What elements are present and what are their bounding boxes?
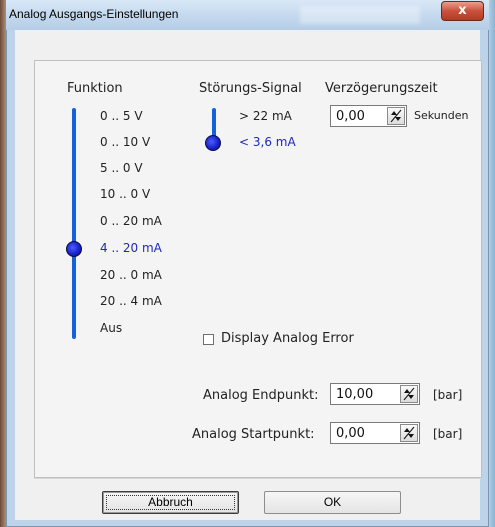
startpunkt-spin-button[interactable]	[400, 424, 418, 442]
ok-button[interactable]: OK	[264, 491, 401, 514]
spin-arrows-icon	[390, 109, 402, 123]
funktion-option-5-0v[interactable]: 5 .. 0 V	[100, 161, 143, 175]
funktion-option-20-4ma[interactable]: 20 .. 4 mA	[100, 294, 162, 308]
spin-arrows-icon	[403, 426, 415, 440]
funktion-option-10-0v[interactable]: 10 .. 0 V	[100, 187, 150, 201]
close-icon: x	[458, 3, 467, 18]
titlebar-blur	[300, 6, 420, 24]
endpunkt-unit: [bar]	[433, 388, 463, 402]
funktion-option-0-10v[interactable]: 0 .. 10 V	[100, 135, 150, 149]
endpunkt-value[interactable]: 10,00	[336, 387, 373, 402]
stoerung-heading: Störungs-Signal	[199, 81, 302, 96]
ok-button-label: OK	[323, 495, 342, 509]
display-analog-error-checkbox[interactable]	[203, 334, 214, 345]
endpunkt-spin-button[interactable]	[400, 385, 418, 403]
stoerung-option-high[interactable]: > 22 mA	[239, 109, 292, 123]
endpunkt-spinbox[interactable]: 10,00	[330, 383, 420, 405]
funktion-slider-track[interactable]	[72, 108, 76, 339]
verzoegerung-spin-button[interactable]	[387, 107, 405, 125]
funktion-option-0-20ma[interactable]: 0 .. 20 mA	[100, 214, 162, 228]
funktion-option-4-20ma[interactable]: 4 .. 20 mA	[100, 241, 162, 255]
verzoegerung-spinbox[interactable]: 0,00	[330, 105, 407, 127]
startpunkt-unit: [bar]	[433, 427, 463, 441]
funktion-heading: Funktion	[67, 81, 123, 96]
stoerung-option-low[interactable]: < 3,6 mA	[239, 135, 296, 149]
funktion-slider-knob[interactable]	[66, 241, 82, 257]
spin-arrows-icon	[403, 387, 415, 401]
cancel-button[interactable]: Abbruch	[102, 491, 239, 514]
startpunkt-label: Analog Startpunkt:	[192, 427, 315, 442]
endpunkt-label: Analog Endpunkt:	[203, 388, 319, 403]
close-button[interactable]: x	[441, 1, 484, 21]
verzoegerung-unit: Sekunden	[414, 109, 469, 122]
startpunkt-spinbox[interactable]: 0,00	[330, 422, 420, 444]
verzoegerung-heading: Verzögerungszeit	[325, 81, 438, 96]
display-analog-error-label[interactable]: Display Analog Error	[221, 331, 354, 346]
stoerung-slider-knob[interactable]	[205, 135, 221, 151]
button-bar-divider	[34, 478, 482, 479]
funktion-option-20-0ma[interactable]: 20 .. 0 mA	[100, 268, 162, 282]
funktion-option-aus[interactable]: Aus	[100, 321, 122, 335]
background-window-edge-right	[489, 0, 495, 527]
focus-rectangle	[106, 495, 235, 510]
funktion-option-0-5v[interactable]: 0 .. 5 V	[100, 109, 143, 123]
startpunkt-value[interactable]: 0,00	[336, 426, 365, 441]
verzoegerung-value[interactable]: 0,00	[336, 109, 365, 124]
window-title: Analog Ausgangs-Einstellungen	[9, 7, 179, 21]
